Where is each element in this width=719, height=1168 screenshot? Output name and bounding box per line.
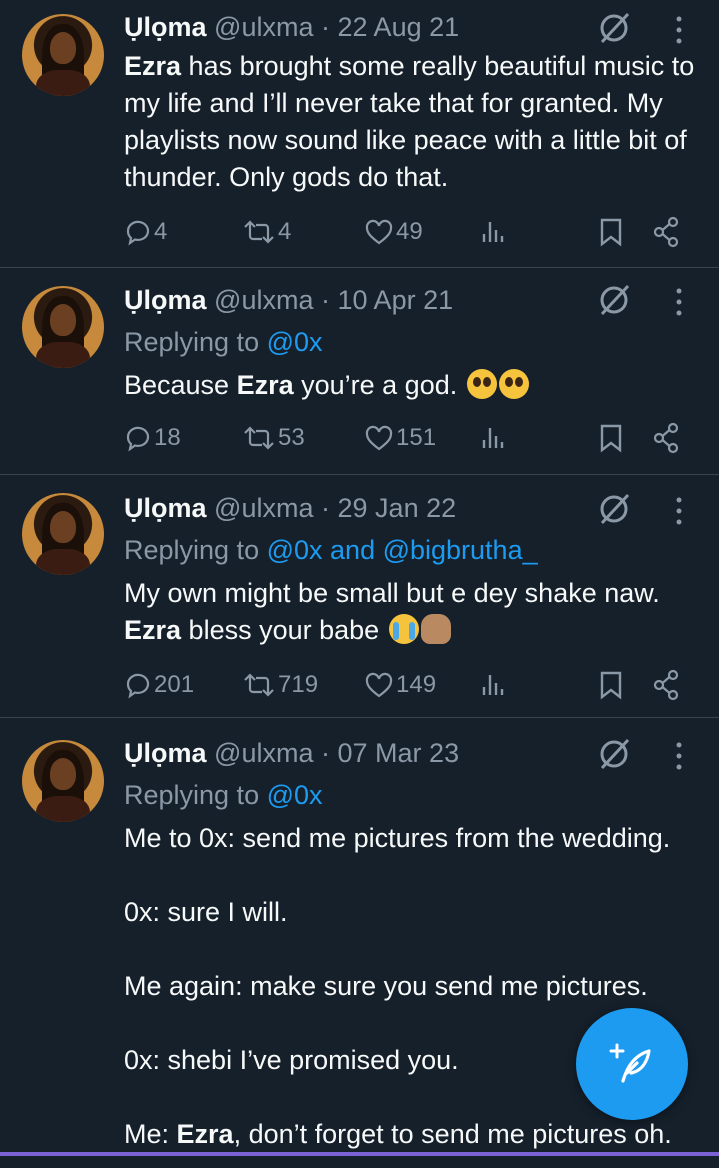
- views-icon[interactable]: [480, 212, 506, 252]
- heart-icon: [365, 219, 393, 245]
- tweet-actions: 4 4 49: [124, 212, 694, 252]
- like-count: 149: [396, 671, 437, 698]
- display-name[interactable]: Ụlọma: [124, 285, 207, 315]
- replying-to: Replying to @0x: [124, 778, 323, 812]
- more-icon[interactable]: [672, 14, 686, 46]
- reply-count: 4: [154, 218, 168, 245]
- like-button[interactable]: 151: [364, 418, 436, 458]
- retweet-icon: [244, 220, 274, 244]
- scroll-indicator: [0, 1152, 719, 1156]
- tweet-date[interactable]: 29 Jan 22: [338, 493, 457, 523]
- tweet-actions: 18 53 151: [124, 418, 694, 458]
- replying-to: Replying to @0x: [124, 325, 323, 359]
- like-button[interactable]: 49: [364, 212, 423, 252]
- like-count: 49: [396, 218, 423, 245]
- compose-icon: [609, 1043, 651, 1083]
- share-icon[interactable]: [652, 665, 680, 705]
- user-handle[interactable]: @ulxma: [214, 285, 313, 315]
- reply-icon: [126, 673, 150, 699]
- share-icon[interactable]: [652, 212, 680, 252]
- display-name[interactable]: Ụlọma: [124, 12, 207, 42]
- tweet[interactable]: Ụlọma @ulxma · 22 Aug 21 Ezra has brough…: [0, 0, 719, 268]
- mention-link[interactable]: @0x and @bigbrutha_: [267, 535, 538, 565]
- grok-icon[interactable]: [596, 491, 632, 527]
- tweet-header: Ụlọma @ulxma · 07 Mar 23: [124, 736, 459, 770]
- replying-to: Replying to @0x and @bigbrutha_: [124, 533, 538, 567]
- replying-prefix: Replying to: [124, 327, 260, 357]
- tweet-text: My own might be small but e dey shake na…: [124, 578, 660, 645]
- mention-link[interactable]: @0x: [267, 780, 323, 810]
- retweet-button[interactable]: 53: [242, 418, 305, 458]
- retweet-count: 719: [278, 671, 319, 698]
- heart-icon: [365, 672, 393, 698]
- tweet-text: Because Ezra you’re a god.: [124, 367, 704, 404]
- retweet-count: 53: [278, 424, 305, 451]
- retweet-count: 4: [278, 218, 292, 245]
- like-button[interactable]: 149: [364, 665, 436, 705]
- separator: ·: [321, 738, 330, 768]
- share-icon[interactable]: [652, 418, 680, 458]
- retweet-icon: [244, 673, 274, 697]
- separator: ·: [321, 285, 330, 315]
- heart-icon: [365, 425, 393, 451]
- avatar[interactable]: [22, 286, 104, 368]
- replying-prefix: Replying to: [124, 535, 260, 565]
- grok-icon[interactable]: [596, 282, 632, 318]
- retweet-button[interactable]: 719: [242, 665, 318, 705]
- like-count: 151: [396, 424, 437, 451]
- tweet[interactable]: Ụlọma @ulxma · 29 Jan 22 Replying to @0x…: [0, 475, 719, 718]
- reply-count: 201: [154, 671, 195, 698]
- tweet[interactable]: Ụlọma @ulxma · 10 Apr 21 Replying to @0x…: [0, 268, 719, 475]
- grok-icon[interactable]: [596, 10, 632, 46]
- tweet-header: Ụlọma @ulxma · 29 Jan 22: [124, 491, 456, 525]
- tweet-header: Ụlọma @ulxma · 22 Aug 21: [124, 10, 459, 44]
- replying-prefix: Replying to: [124, 780, 260, 810]
- reply-icon: [126, 426, 150, 452]
- retweet-button[interactable]: 4: [242, 212, 291, 252]
- avatar[interactable]: [22, 493, 104, 575]
- compose-button[interactable]: [576, 1008, 688, 1120]
- more-icon[interactable]: [672, 495, 686, 527]
- user-handle[interactable]: @ulxma: [214, 738, 313, 768]
- grok-icon[interactable]: [596, 736, 632, 772]
- avatar[interactable]: [22, 14, 104, 96]
- bookmark-icon[interactable]: [598, 665, 624, 705]
- tweet-date[interactable]: 22 Aug 21: [338, 12, 460, 42]
- reply-button[interactable]: 201: [124, 665, 194, 705]
- user-handle[interactable]: @ulxma: [214, 493, 313, 523]
- reply-button[interactable]: 18: [124, 418, 181, 458]
- reply-count: 18: [154, 424, 181, 451]
- tweet-header: Ụlọma @ulxma · 10 Apr 21: [124, 283, 453, 317]
- bookmark-icon[interactable]: [598, 418, 624, 458]
- retweet-icon: [244, 426, 274, 450]
- tweet-text: Ezra has brought some really beautiful m…: [124, 51, 695, 192]
- user-handle[interactable]: @ulxma: [214, 12, 313, 42]
- separator: ·: [321, 12, 330, 42]
- views-icon[interactable]: [480, 418, 506, 458]
- display-name[interactable]: Ụlọma: [124, 738, 207, 768]
- display-name[interactable]: Ụlọma: [124, 493, 207, 523]
- tweet-actions: 201 719 149: [124, 665, 694, 705]
- views-icon[interactable]: [480, 665, 506, 705]
- separator: ·: [321, 493, 330, 523]
- more-icon[interactable]: [672, 286, 686, 318]
- reply-button[interactable]: 4: [124, 212, 167, 252]
- bookmark-icon[interactable]: [598, 212, 624, 252]
- tweet-date[interactable]: 07 Mar 23: [338, 738, 460, 768]
- reply-icon: [126, 220, 150, 246]
- tweet-date[interactable]: 10 Apr 21: [338, 285, 454, 315]
- more-icon[interactable]: [672, 740, 686, 772]
- avatar[interactable]: [22, 740, 104, 822]
- mention-link[interactable]: @0x: [267, 327, 323, 357]
